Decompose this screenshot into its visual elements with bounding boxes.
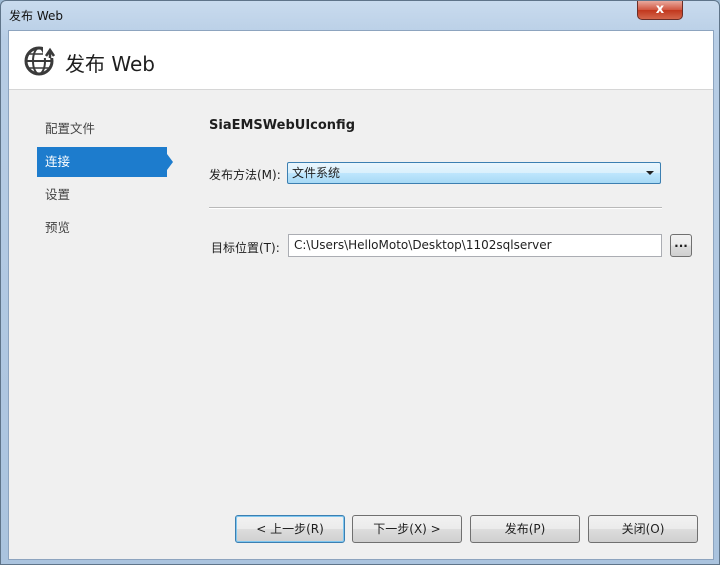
browse-button[interactable]: ... <box>670 234 692 257</box>
target-location-input[interactable]: C:\Users\HelloMoto\Desktop\1102sqlserver <box>288 234 662 257</box>
target-location-label: 目标位置(T): <box>211 241 280 255</box>
close-button[interactable]: 关闭(O) <box>588 515 698 543</box>
dialog-client-area: 发布 Web 配置文件 连接 设置 预览 SiaEMSWebUIconfig 发… <box>8 30 714 560</box>
nav-item-label: 预览 <box>45 220 71 235</box>
window-close-button[interactable]: x <box>637 1 683 20</box>
nav-item-label: 配置文件 <box>45 121 96 136</box>
publish-method-select[interactable]: 文件系统 <box>287 162 661 184</box>
header-title: 发布 Web <box>65 52 155 76</box>
dialog-header: 发布 Web <box>9 31 713 90</box>
publish-method-value: 文件系统 <box>292 166 341 180</box>
publish-button[interactable]: 发布(P) <box>470 515 580 543</box>
publish-web-dialog: 发布 Web x 发布 Web 配置文件 连接 设置 预览 SiaEMSWebU… <box>0 0 720 565</box>
nav-item-label: 连接 <box>45 154 71 169</box>
active-indicator-arrow <box>167 154 173 170</box>
nav-item-connection[interactable]: 连接 <box>37 147 173 177</box>
nav-item-label: 设置 <box>45 187 71 202</box>
chevron-down-icon[interactable] <box>646 171 654 175</box>
dialog-body: 配置文件 连接 设置 预览 SiaEMSWebUIconfig 发布方法(M):… <box>9 90 713 559</box>
nav-item-profile[interactable]: 配置文件 <box>37 114 167 144</box>
publish-method-label: 发布方法(M): <box>209 168 281 182</box>
globe-publish-icon <box>24 46 57 76</box>
title-bar[interactable]: 发布 Web x <box>1 1 719 29</box>
section-divider <box>209 207 662 209</box>
profile-name: SiaEMSWebUIconfig <box>209 118 355 133</box>
next-button[interactable]: 下一步(X) > <box>352 515 462 543</box>
previous-button[interactable]: < 上一步(R) <box>235 515 345 543</box>
nav-item-settings[interactable]: 设置 <box>37 180 167 210</box>
nav-item-preview[interactable]: 预览 <box>37 213 167 243</box>
window-title: 发布 Web <box>9 9 63 23</box>
